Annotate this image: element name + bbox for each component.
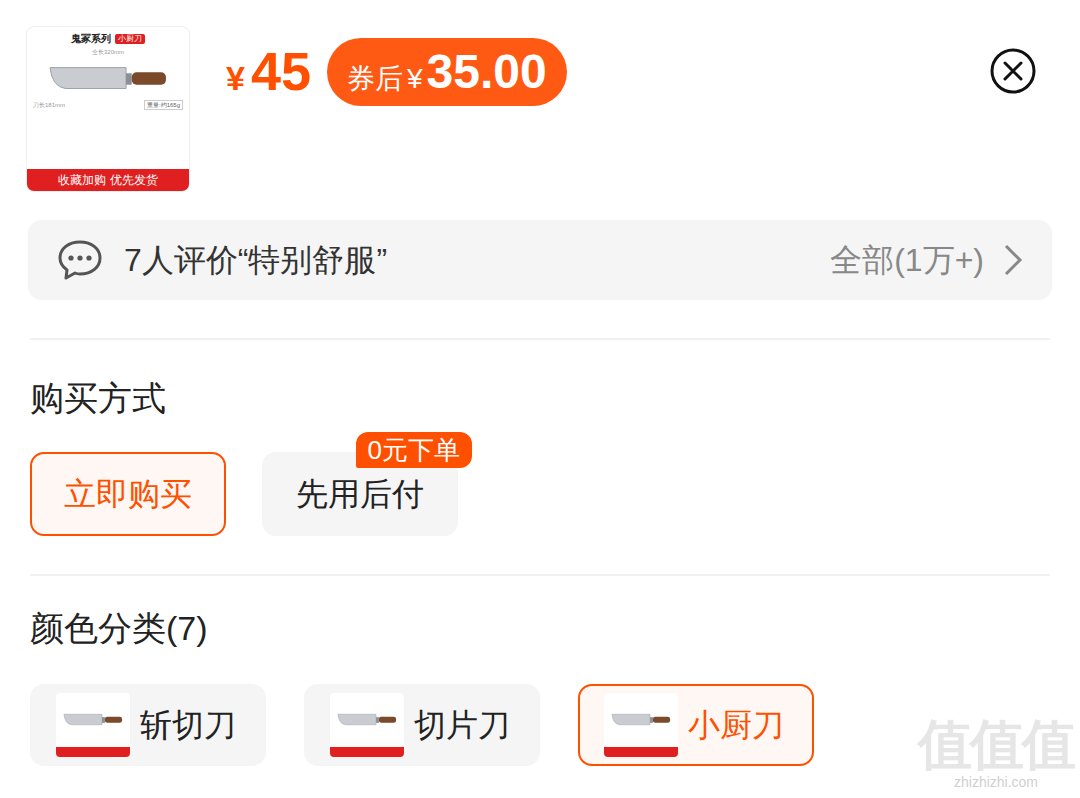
- variant-option[interactable]: 切片刀: [304, 684, 540, 766]
- divider: [30, 574, 1050, 576]
- close-icon: [990, 48, 1036, 94]
- variant-option[interactable]: 小厨刀: [578, 684, 814, 766]
- thumbnail-tag: 小厨刀: [115, 34, 145, 44]
- thumbnail-blade-length: 刀长181mm: [33, 101, 65, 109]
- knife-icon: [62, 710, 124, 730]
- sku-panel: 鬼冢系列小厨刀全长320mm刀长181mm重量:约165g收藏加购 优先发货¥4…: [0, 0, 1080, 798]
- thumbnail-weight: 重量:约165g: [144, 100, 183, 110]
- section-title: 颜色分类(7): [30, 606, 1050, 650]
- variant-section: 颜色分类(7) 斩切刀切片刀小厨刀: [0, 606, 1080, 766]
- option-badge: 0元下单: [356, 432, 472, 468]
- review-bar[interactable]: 7人评价“特别舒服” 全部(1万+): [28, 220, 1052, 300]
- thumbnail-banner: 收藏加购 优先发货: [27, 169, 189, 191]
- watermark-logo: 值值值: [918, 714, 1074, 774]
- variant-thumbnail: [56, 693, 130, 757]
- price-block: ¥45 券后¥35.00: [226, 38, 567, 106]
- watermark-url: zhizhizhi.com: [954, 774, 1038, 790]
- chevron-right-icon: [1002, 242, 1024, 278]
- divider: [30, 338, 1050, 340]
- variant-option[interactable]: 斩切刀: [30, 684, 266, 766]
- product-thumbnail: 鬼冢系列小厨刀全长320mm 刀长181mm 重量:约165g 收藏加购 优先发货: [26, 26, 190, 192]
- close-button[interactable]: [990, 48, 1036, 94]
- review-all[interactable]: 全部(1万+): [830, 236, 984, 284]
- product-header: 鬼冢系列小厨刀全长320mm 刀长181mm 重量:约165g 收藏加购 优先发货 ¥4…: [0, 0, 1080, 192]
- price: ¥45: [226, 41, 311, 104]
- purchase-option[interactable]: 立即购买: [30, 452, 226, 536]
- watermark: 值值值zhizhizhi.com: [918, 714, 1074, 790]
- coupon-badge: 券后¥35.00: [327, 38, 567, 106]
- knife-icon: [44, 60, 172, 98]
- knife-icon: [610, 710, 672, 730]
- knife-icon: [336, 710, 398, 730]
- thumbnail-series: 鬼冢系列: [71, 33, 111, 45]
- variant-thumbnail: [604, 693, 678, 757]
- variant-thumbnail: [330, 693, 404, 757]
- purchase-option[interactable]: 先用后付0元下单: [262, 452, 458, 536]
- comment-icon: [56, 238, 104, 282]
- review-summary: 7人评价“特别舒服”: [124, 236, 387, 284]
- thumbnail-length: 全长320mm: [27, 48, 189, 56]
- section-title: 购买方式: [30, 376, 1050, 420]
- purchase-section: 购买方式立即购买先用后付0元下单: [0, 376, 1080, 536]
